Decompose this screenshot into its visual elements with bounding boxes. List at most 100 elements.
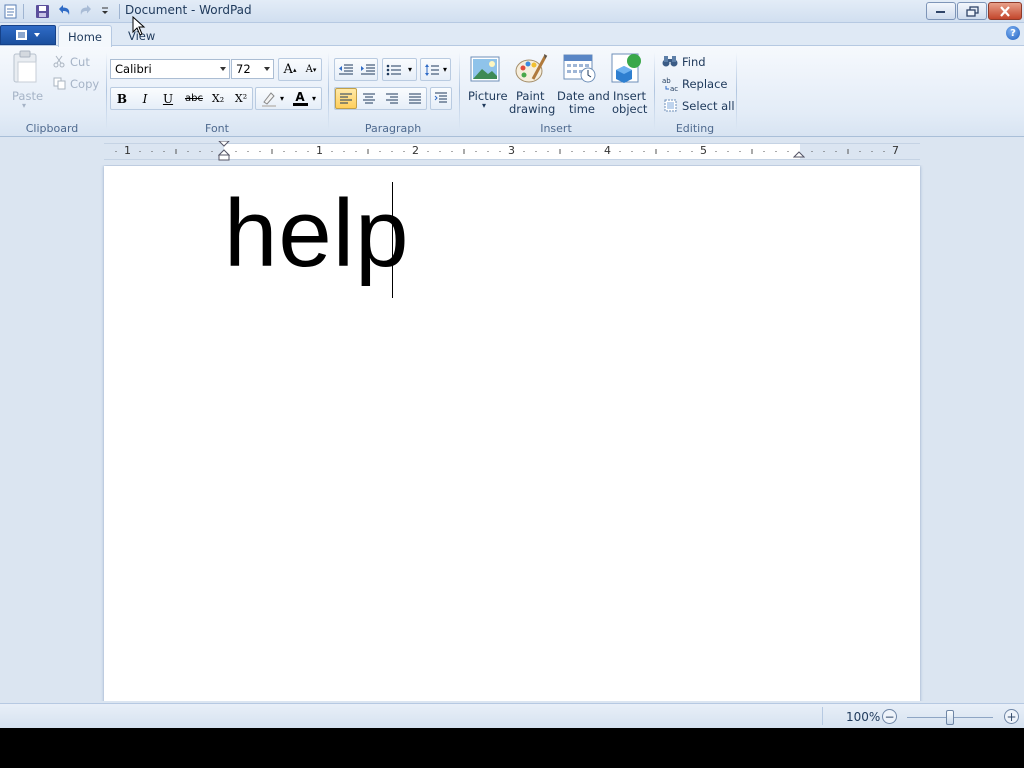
ruler[interactable]: 1 1 2 3 4 5 7: [104, 141, 920, 161]
paste-dropdown-arrow[interactable]: ▾: [22, 101, 26, 110]
picture-button[interactable]: Picture: [468, 89, 508, 103]
zoom-out-button[interactable]: −: [882, 709, 897, 724]
italic-button[interactable]: I: [134, 88, 156, 109]
ruler-tick: [883, 151, 885, 152]
right-indent-marker-icon[interactable]: [793, 148, 805, 158]
document-page[interactable]: help: [104, 166, 920, 701]
replace-button[interactable]: Replace: [682, 77, 728, 91]
indent-marker-icon[interactable]: [218, 141, 230, 161]
ruler-tick: [727, 151, 729, 152]
ruler-tick: [775, 151, 777, 152]
ruler-tick: [655, 149, 657, 154]
align-right-icon[interactable]: [381, 88, 403, 109]
find-binoculars-icon: [662, 53, 678, 69]
ruler-tick: [475, 151, 477, 152]
copy-button[interactable]: Copy: [70, 77, 99, 91]
bold-button[interactable]: B: [111, 88, 133, 109]
date-time-label-1[interactable]: Date and: [557, 89, 610, 103]
wordpad-window: Document - WordPad Home View ? Paste ▾ C: [0, 0, 1024, 728]
date-time-label-2[interactable]: time: [569, 102, 595, 116]
ribbon-tab-row: Home View ?: [0, 23, 1024, 47]
group-separator: [106, 52, 107, 130]
font-color-icon: A: [295, 90, 305, 104]
minimize-button[interactable]: [926, 2, 956, 20]
align-left-icon[interactable]: [335, 88, 357, 109]
tab-home[interactable]: Home: [58, 25, 112, 47]
paint-drawing-icon[interactable]: [514, 52, 548, 84]
zoom-in-button[interactable]: +: [1004, 709, 1019, 724]
font-family-dropdown[interactable]: Calibri: [110, 59, 230, 79]
redo-icon[interactable]: [78, 3, 94, 19]
help-icon[interactable]: ?: [1006, 26, 1020, 40]
font-color-dropdown-arrow[interactable]: ▾: [308, 88, 320, 109]
line-spacing-dropdown-arrow[interactable]: ▾: [439, 59, 451, 80]
zoom-slider-thumb[interactable]: [946, 710, 954, 725]
status-bar: 100% − +: [0, 703, 1024, 728]
paragraph-settings-icon[interactable]: [430, 88, 452, 109]
highlight-dropdown-arrow[interactable]: ▾: [276, 88, 288, 109]
underline-button[interactable]: U: [157, 88, 179, 109]
select-all-button[interactable]: Select all: [682, 99, 735, 113]
grow-font-button[interactable]: A ▴: [279, 59, 301, 80]
ruler-tick: [235, 151, 237, 152]
document-menu-icon: [16, 30, 27, 40]
decrease-indent-icon[interactable]: [335, 59, 357, 80]
paste-icon[interactable]: [10, 50, 42, 84]
shrink-font-button[interactable]: A ▾: [300, 59, 322, 80]
font-group-label: Font: [205, 122, 229, 135]
ruler-tick: [187, 151, 189, 152]
save-icon[interactable]: [34, 3, 50, 19]
ruler-tick: [343, 151, 345, 152]
ruler-tick: [835, 151, 837, 152]
undo-icon[interactable]: [56, 3, 72, 19]
paste-label[interactable]: Paste: [12, 89, 43, 103]
paragraph-group-label: Paragraph: [364, 122, 422, 135]
paint-drawing-label-1[interactable]: Paint: [516, 89, 544, 103]
document-text[interactable]: help: [224, 174, 410, 294]
ruler-tick: [631, 151, 633, 152]
customize-qat-icon[interactable]: [97, 3, 113, 19]
bullet-list-icon[interactable]: [383, 59, 405, 80]
ruler-tick: [487, 151, 489, 152]
ruler-tick: [499, 151, 501, 152]
qat-separator: [119, 4, 120, 19]
strikethrough-button[interactable]: abc: [181, 88, 207, 109]
application-menu-button[interactable]: [0, 25, 56, 45]
wordpad-app-icon[interactable]: [3, 3, 19, 19]
ruler-tick: [847, 149, 849, 154]
superscript-button[interactable]: X²: [230, 88, 252, 109]
restore-button[interactable]: [957, 2, 987, 20]
ruler-tick: [547, 151, 549, 152]
window-title: Document - WordPad: [125, 3, 252, 17]
align-center-icon[interactable]: [358, 88, 380, 109]
paint-drawing-label-2[interactable]: drawing: [509, 102, 555, 116]
insert-object-icon[interactable]: [610, 52, 644, 84]
document-scroll-area[interactable]: help: [0, 165, 1024, 701]
picture-dropdown-arrow[interactable]: ▾: [482, 101, 486, 110]
find-button[interactable]: Find: [682, 55, 706, 69]
date-time-icon[interactable]: [563, 52, 597, 84]
justify-icon[interactable]: [404, 88, 426, 109]
ruler-tick: [667, 151, 669, 152]
ruler-tick: [619, 151, 621, 152]
insert-object-label-1[interactable]: Insert: [613, 89, 646, 103]
ruler-tick: [559, 149, 561, 154]
picture-icon[interactable]: [469, 54, 501, 84]
ruler-number: 7: [892, 144, 899, 157]
subscript-button[interactable]: X₂: [207, 88, 229, 109]
qat-separator: [23, 4, 24, 19]
close-button[interactable]: [988, 2, 1022, 20]
font-size-dropdown[interactable]: 72: [231, 59, 274, 79]
ruler-number: 2: [412, 144, 419, 157]
status-separator: [822, 707, 823, 725]
ruler-tick: [583, 151, 585, 152]
insert-object-label-2[interactable]: object: [612, 102, 647, 116]
ruler-tick: [211, 151, 213, 152]
ruler-tick: [739, 151, 741, 152]
ruler-tick: [751, 149, 753, 154]
ruler-tick: [403, 151, 405, 152]
cut-button[interactable]: Cut: [70, 55, 90, 69]
scissors-icon: [52, 54, 66, 68]
list-dropdown-arrow[interactable]: ▾: [404, 59, 416, 80]
increase-indent-icon[interactable]: [357, 59, 379, 80]
